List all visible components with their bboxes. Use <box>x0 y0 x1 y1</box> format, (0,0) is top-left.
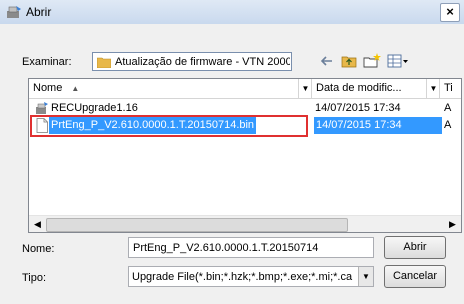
chevron-down-icon[interactable]: ▼ <box>358 267 373 286</box>
column-header-type[interactable]: Ti <box>440 79 461 99</box>
scroll-right-icon[interactable]: ▶ <box>444 216 461 232</box>
file-type: A <box>444 102 452 114</box>
column-dropdown-icon[interactable]: ▼ <box>298 79 312 98</box>
look-in-combo[interactable]: Atualização de firmware - VTN 2000 - 1 <box>92 52 292 71</box>
file-type-value: Upgrade File(*.bin;*.hzk;*.bmp;*.exe;*.m… <box>132 271 353 283</box>
file-name: RECUpgrade1.16 <box>51 102 138 114</box>
file-type-select[interactable]: Upgrade File(*.bin;*.hzk;*.bmp;*.exe;*.m… <box>128 266 374 287</box>
open-dialog: Abrir × Examinar: Atualização de firmwar… <box>0 0 464 304</box>
column-date-label: Data de modific... <box>316 82 402 94</box>
horizontal-scrollbar[interactable]: ◀ ▶ <box>29 215 461 232</box>
back-arrow-icon[interactable] <box>318 52 336 70</box>
column-header-date[interactable]: Data de modific... ▼ <box>312 79 440 99</box>
file-date: 14/07/2015 17:34 <box>314 117 442 134</box>
executable-icon <box>36 102 48 114</box>
new-folder-icon[interactable] <box>362 52 382 70</box>
file-name-label: Nome: <box>22 243 55 255</box>
title-bar: Abrir × <box>0 0 464 24</box>
look-in-label: Examinar: <box>22 56 72 68</box>
file-date: 14/07/2015 17:34 <box>315 102 401 114</box>
file-type: A <box>444 119 452 131</box>
look-in-value: Atualização de firmware - VTN 2000 - 1 <box>115 56 290 68</box>
cancel-button[interactable]: Cancelar <box>384 265 446 288</box>
column-dropdown-icon[interactable]: ▼ <box>426 79 440 98</box>
app-icon <box>7 6 21 18</box>
open-button[interactable]: Abrir <box>384 236 446 259</box>
column-name-label: Nome <box>33 82 63 94</box>
close-icon: × <box>446 4 454 19</box>
view-menu-icon[interactable] <box>386 52 410 70</box>
folder-icon <box>97 57 111 68</box>
up-folder-icon[interactable] <box>340 52 358 70</box>
file-name-value: PrtEng_P_V2.610.0000.1.T.20150714 <box>133 242 319 254</box>
scroll-thumb[interactable] <box>46 218 348 232</box>
file-list[interactable]: Nome ▲ ▼ Data de modific... ▼ Ti RECUpgr… <box>28 78 462 233</box>
close-button[interactable]: × <box>440 3 460 22</box>
scroll-left-icon[interactable]: ◀ <box>29 216 46 232</box>
highlight-box <box>30 115 308 137</box>
column-header-name[interactable]: Nome ▲ ▼ <box>29 79 312 99</box>
window-title: Abrir <box>26 5 52 19</box>
file-type-label: Tipo: <box>22 272 47 284</box>
file-name-input[interactable]: PrtEng_P_V2.610.0000.1.T.20150714 <box>128 237 374 258</box>
column-type-label: Ti <box>444 82 453 94</box>
sort-up-icon: ▲ <box>71 84 80 93</box>
